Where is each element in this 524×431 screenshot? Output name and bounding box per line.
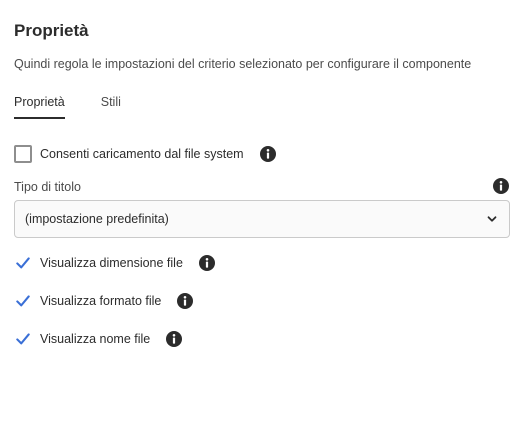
allow-upload-checkbox[interactable] [14,145,32,163]
chevron-down-icon [487,214,497,224]
tab-stili[interactable]: Stili [101,95,121,121]
show-size-checkbox[interactable] [14,254,32,272]
show-name-label: Visualizza nome file [40,332,151,346]
info-icon[interactable] [259,146,276,162]
panel-subtitle: Quindi regola le impostazioni del criter… [14,57,472,71]
info-icon[interactable] [166,331,183,347]
show-name-row: Visualizza nome file [14,330,183,348]
info-icon[interactable] [198,255,215,271]
show-format-row: Visualizza formato file [14,292,194,310]
show-size-row: Visualizza dimensione file [14,254,215,272]
info-icon[interactable] [493,178,509,194]
title-type-label: Tipo di titolo [14,180,81,194]
allow-upload-label: Consenti caricamento dal file system [40,147,244,161]
tab-proprieta[interactable]: Proprietà [14,95,65,121]
title-type-select[interactable]: (impostazione predefinita) [14,200,510,238]
tab-bar: Proprietà Stili [14,95,121,121]
panel-title: Proprietà [14,21,89,40]
checkmark-icon [16,295,30,307]
checkmark-icon [16,333,30,345]
show-format-checkbox[interactable] [14,292,32,310]
allow-upload-row: Consenti caricamento dal file system [14,145,276,163]
show-format-label: Visualizza formato file [40,294,162,308]
title-type-value: (impostazione predefinita) [25,212,169,226]
checkmark-icon [16,257,30,269]
info-icon[interactable] [177,293,194,309]
show-size-label: Visualizza dimensione file [40,256,183,270]
show-name-checkbox[interactable] [14,330,32,348]
policy-properties-panel: Proprietà Quindi regola le impostazioni … [0,0,524,431]
